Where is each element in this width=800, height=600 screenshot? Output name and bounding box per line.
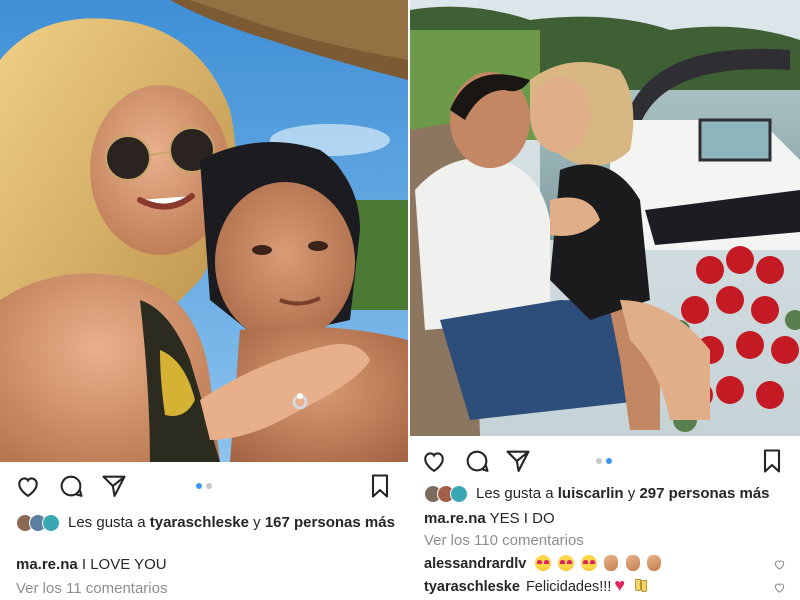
- right-post: Les gusta a luiscarlin y 297 personas má…: [410, 0, 800, 600]
- view-comments-link[interactable]: Ver los 11 comentarios: [16, 580, 167, 598]
- clap-icon: [625, 555, 640, 571]
- right-post-photo[interactable]: [410, 0, 800, 436]
- bookmark-icon: [371, 474, 389, 498]
- liked-by-prefix: Les gusta a: [68, 514, 146, 531]
- liked-by-avatars: [424, 485, 468, 503]
- caption-text: YES I DO: [489, 510, 555, 527]
- heart-icon: [18, 477, 38, 498]
- right-post-actions: [410, 443, 800, 479]
- liked-by-user-link[interactable]: luiscarlin: [558, 485, 624, 502]
- carousel-dot: [206, 483, 212, 489]
- caption-text: I LOVE YOU: [81, 556, 167, 573]
- likes-summary: Les gusta a tyaraschleske y 167 personas…: [16, 514, 396, 532]
- liked-by-count-link[interactable]: 297 personas más: [639, 485, 769, 502]
- liked-by-and: y: [253, 514, 261, 531]
- liked-by-avatars: [16, 514, 60, 532]
- champagne-icon: [633, 579, 648, 595]
- likes-summary: Les gusta a luiscarlin y 297 personas má…: [424, 485, 770, 503]
- liked-by-count-link[interactable]: 167 personas más: [265, 514, 395, 531]
- view-comments-link[interactable]: Ver los 110 comentarios: [424, 532, 584, 550]
- avatar[interactable]: [42, 514, 60, 532]
- carousel-indicator: [596, 458, 612, 464]
- bookmark-icon: [763, 449, 781, 473]
- carousel-indicator: [196, 483, 212, 489]
- red-heart-icon: [614, 576, 630, 595]
- comment-button[interactable]: [57, 472, 85, 500]
- heart-icon: [424, 452, 444, 473]
- right-post-image: [410, 0, 800, 436]
- caption-username[interactable]: ma.re.na: [16, 556, 78, 573]
- left-post-photo[interactable]: [0, 0, 408, 462]
- share-button[interactable]: [504, 447, 532, 475]
- paper-plane-icon: [506, 450, 530, 472]
- comment-emojis: [532, 555, 661, 573]
- comment-like-heart-icon[interactable]: [773, 558, 786, 571]
- comment-username[interactable]: alessandrardlv: [424, 555, 526, 573]
- comment-like-heart-icon[interactable]: [773, 581, 786, 594]
- liked-by-prefix: Les gusta a: [476, 485, 554, 502]
- caption: ma.re.na YES I DO: [424, 510, 555, 528]
- clap-icon: [646, 555, 661, 571]
- comment-text: Felicidades!!!: [525, 579, 612, 595]
- comment-bubble-icon: [60, 475, 83, 497]
- liked-by-and: y: [627, 485, 636, 502]
- carousel-dot-active: [196, 483, 202, 489]
- clap-icon: [604, 555, 619, 571]
- save-button[interactable]: [758, 447, 786, 475]
- heart-eyes-icon: [558, 555, 575, 571]
- left-post: Les gusta a tyaraschleske y 167 personas…: [0, 0, 408, 600]
- carousel-dot: [596, 458, 602, 464]
- left-post-actions: [0, 468, 408, 504]
- comment-item: tyaraschleske Felicidades!!!: [424, 576, 786, 596]
- share-button[interactable]: [100, 472, 128, 500]
- comment-bubble-icon: [466, 450, 489, 472]
- liked-by-user-link[interactable]: tyaraschleske: [150, 514, 249, 531]
- comment-button[interactable]: [463, 447, 491, 475]
- comment-item: alessandrardlv: [424, 555, 786, 573]
- carousel-dot-active: [606, 458, 612, 464]
- avatar[interactable]: [450, 485, 468, 503]
- like-button[interactable]: [14, 472, 42, 500]
- comment-username[interactable]: tyaraschleske: [424, 578, 520, 596]
- save-button[interactable]: [366, 472, 394, 500]
- left-post-image: [0, 0, 408, 462]
- caption: ma.re.na I LOVE YOU: [16, 556, 167, 574]
- caption-username[interactable]: ma.re.na: [424, 510, 486, 527]
- like-button[interactable]: [420, 447, 448, 475]
- heart-eyes-icon: [535, 555, 552, 571]
- heart-eyes-icon: [581, 555, 598, 571]
- paper-plane-icon: [102, 475, 126, 497]
